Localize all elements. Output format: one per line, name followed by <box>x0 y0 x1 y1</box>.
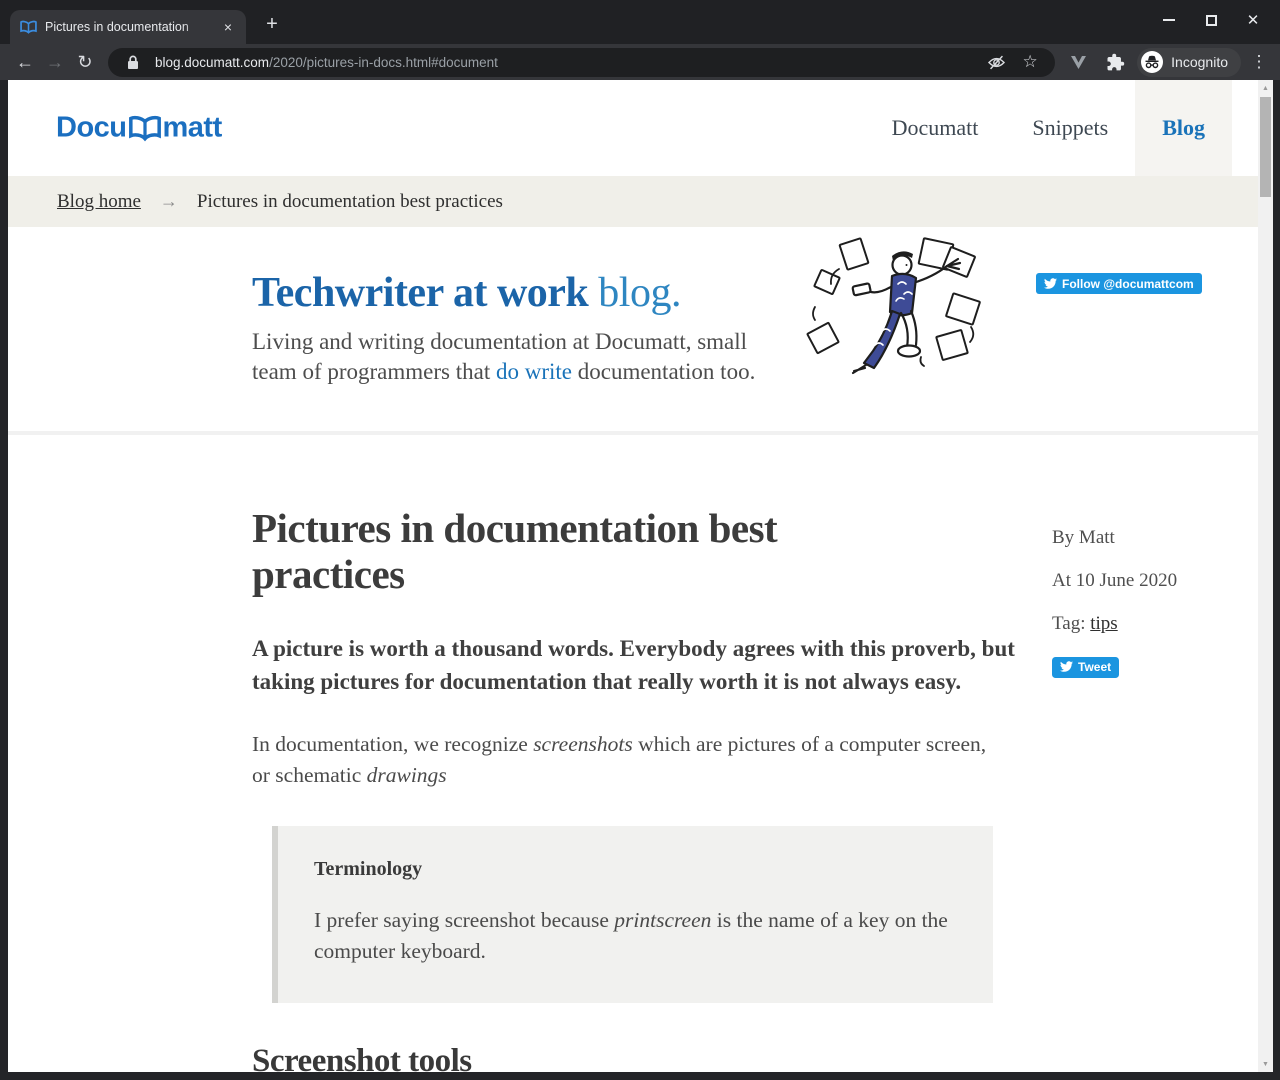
browser-toolbar: ← → ↻ blog.documatt.com/2020/pictures-in… <box>0 44 1280 80</box>
logo-text-post: matt <box>163 112 222 145</box>
article-lead: A picture is worth a thousand words. Eve… <box>252 632 1024 700</box>
back-button[interactable]: ← <box>10 47 40 77</box>
blog-title: Techwriter at work blog. <box>252 269 681 317</box>
toolbar-right-cluster: Incognito ⋮ <box>1063 47 1270 77</box>
article-paragraph: In documentation, we recognize screensho… <box>252 729 994 791</box>
admonition-text: I prefer saying screenshot because <box>314 908 614 932</box>
meta-date: At 10 June 2020 <box>1052 570 1177 592</box>
tag-label: Tag: <box>1052 613 1090 634</box>
browser-tab-strip: Pictures in documentation × + ✕ <box>0 0 1280 44</box>
maximize-button[interactable] <box>1190 0 1232 40</box>
tab-close-icon[interactable]: × <box>220 19 236 35</box>
menu-kebab-icon[interactable]: ⋮ <box>1248 52 1270 72</box>
scroll-up-arrow-icon[interactable]: ▲ <box>1258 80 1273 96</box>
site-header: Docu matt Documatt Snippets Blog <box>8 80 1258 176</box>
extensions-puzzle-icon[interactable] <box>1100 47 1130 77</box>
scrollbar-thumb[interactable] <box>1260 97 1271 197</box>
eye-off-icon[interactable] <box>984 53 1008 72</box>
v-extension-icon[interactable] <box>1063 47 1093 77</box>
terminology-admonition: Terminology I prefer saying screenshot b… <box>272 826 993 1003</box>
article: Pictures in documentation best practices… <box>8 435 1258 1072</box>
nav-item-documatt[interactable]: Documatt <box>865 80 1006 176</box>
tag-tips-link[interactable]: tips <box>1090 613 1117 634</box>
bookmark-star-icon[interactable]: ☆ <box>1018 52 1042 72</box>
admonition-body: I prefer saying screenshot because print… <box>314 905 949 967</box>
incognito-badge: Incognito <box>1137 48 1241 77</box>
url-path: /2020/pictures-in-docs.html#document <box>269 55 498 70</box>
article-meta: By Matt At 10 June 2020 Tag: tips Tweet <box>1052 527 1177 678</box>
twitter-bird-icon <box>1060 661 1073 672</box>
address-bar[interactable]: blog.documatt.com/2020/pictures-in-docs.… <box>108 48 1055 77</box>
reload-button[interactable]: ↻ <box>70 47 100 77</box>
blog-tagline: Living and writing documentation at Docu… <box>252 327 764 387</box>
new-tab-button[interactable]: + <box>258 11 286 39</box>
page-scrollbar[interactable]: ▲ ▼ <box>1258 80 1273 1072</box>
favicon-book-icon <box>20 20 37 35</box>
follow-button-label: Follow @documattcom <box>1062 277 1194 291</box>
logo-text-pre: Docu <box>56 112 127 145</box>
documatt-logo[interactable]: Docu matt <box>56 112 222 145</box>
tweet-button-label: Tweet <box>1078 660 1111 674</box>
tagline-text-end: documentation too. <box>572 359 755 384</box>
url-text[interactable]: blog.documatt.com/2020/pictures-in-docs.… <box>155 55 974 70</box>
nav-item-snippets[interactable]: Snippets <box>1005 80 1135 176</box>
italic-drawings: drawings <box>367 763 447 787</box>
lock-icon <box>121 55 145 70</box>
url-host: blog.documatt.com <box>155 55 269 70</box>
blog-title-light: blog. <box>588 270 681 316</box>
meta-tag: Tag: tips <box>1052 613 1177 635</box>
blog-title-strong: Techwriter at work <box>252 270 588 316</box>
breadcrumb-home-link[interactable]: Blog home <box>57 191 141 213</box>
maximize-icon <box>1206 15 1217 26</box>
admonition-title: Terminology <box>314 858 949 881</box>
minimize-icon <box>1163 19 1175 21</box>
nav-item-blog[interactable]: Blog <box>1135 80 1232 176</box>
meta-author: By Matt <box>1052 527 1177 549</box>
section-heading-screenshot-tools: Screenshot tools <box>252 1043 1258 1072</box>
tagline-do-write-link[interactable]: do write <box>496 359 572 384</box>
breadcrumb: Blog home → Pictures in documentation be… <box>8 176 1258 227</box>
twitter-follow-button[interactable]: Follow @documattcom <box>1036 273 1202 294</box>
tweet-button[interactable]: Tweet <box>1052 657 1119 678</box>
breadcrumb-current: Pictures in documentation best practices <box>197 191 503 213</box>
breadcrumb-arrow-icon: → <box>160 191 178 212</box>
page-viewport: Docu matt Documatt Snippets Blog Blog ho… <box>8 80 1273 1072</box>
incognito-spy-icon <box>1141 51 1163 73</box>
minimize-button[interactable] <box>1148 0 1190 40</box>
forward-button[interactable]: → <box>40 47 70 77</box>
web-page: Docu matt Documatt Snippets Blog Blog ho… <box>8 80 1258 1072</box>
browser-tab[interactable]: Pictures in documentation × <box>10 10 246 44</box>
site-nav: Documatt Snippets Blog <box>865 80 1232 176</box>
logo-book-icon <box>128 116 162 143</box>
italic-screenshots: screenshots <box>533 732 633 756</box>
incognito-label: Incognito <box>1171 54 1228 70</box>
tab-title: Pictures in documentation <box>45 19 212 35</box>
blog-hero: Techwriter at work blog. Living and writ… <box>8 227 1258 435</box>
article-title: Pictures in documentation best practices <box>252 505 912 598</box>
scroll-down-arrow-icon[interactable]: ▼ <box>1258 1056 1273 1072</box>
juggling-papers-illustration <box>803 235 991 380</box>
twitter-bird-icon <box>1044 278 1057 289</box>
close-button[interactable]: ✕ <box>1232 0 1274 40</box>
italic-printscreen: printscreen <box>614 908 711 932</box>
paragraph-text: In documentation, we recognize <box>252 732 533 756</box>
window-controls: ✕ <box>1148 0 1274 40</box>
